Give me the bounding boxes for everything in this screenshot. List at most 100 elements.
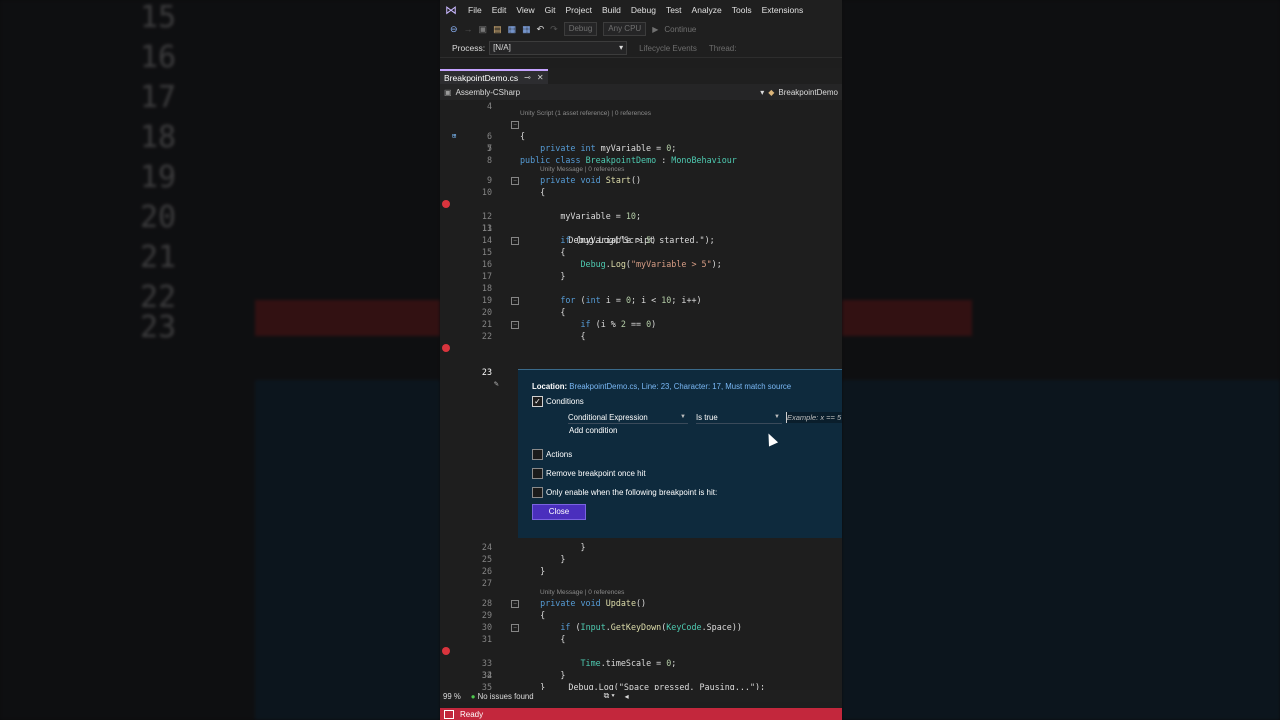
status-icon bbox=[444, 709, 454, 719]
chevron-down-icon: ▼ bbox=[680, 414, 686, 420]
pin-icon[interactable]: ⊸ bbox=[524, 73, 531, 82]
code-line: 12 myVariable = 10; bbox=[481, 211, 642, 221]
status-text: Ready bbox=[460, 709, 484, 719]
condition-type-select[interactable]: Conditional Expression ▼ bbox=[568, 412, 688, 424]
code-line: 26 } bbox=[481, 566, 546, 576]
configuration-select[interactable]: Debug bbox=[563, 22, 598, 36]
code-editor[interactable]: 4 Unity Script (1 asset reference) | 0 r… bbox=[440, 100, 842, 692]
breakpoint-settings-panel: Location: BreakpointDemo.cs, Line: 23, C… bbox=[518, 369, 842, 538]
menu-git[interactable]: Git bbox=[545, 5, 556, 15]
code-line: 30− if (Input.GetKeyDown(KeyCode.Space)) bbox=[481, 622, 742, 632]
forward-icon[interactable]: → bbox=[464, 24, 473, 34]
csharp-project-icon: ▣ bbox=[444, 87, 452, 97]
code-line-breakpoint: 23 ✎ Debug.Log("Even: " + i); bbox=[440, 342, 842, 402]
breakpoint-icon[interactable] bbox=[442, 344, 450, 352]
process-select[interactable]: [N/A] ▾ bbox=[489, 41, 628, 55]
platform-select[interactable]: Any CPU bbox=[603, 22, 647, 36]
thread-label: Thread: bbox=[708, 43, 737, 53]
location-link[interactable]: BreakpointDemo.cs, Line: 23, Character: … bbox=[569, 382, 791, 391]
code-line: 34 } bbox=[481, 670, 566, 680]
project-dropdown[interactable]: ▣ Assembly-CSharp bbox=[444, 88, 520, 97]
blurred-background-right bbox=[842, 0, 1280, 720]
visual-studio-logo-icon: ⋈ bbox=[445, 2, 457, 17]
status-bar: Ready bbox=[440, 708, 842, 720]
code-line: ⊞ 5− public class BreakpointDemo : MonoB… bbox=[452, 121, 737, 165]
tab-breakpointdemo[interactable]: BreakpointDemo.cs ⊸ ✕ bbox=[440, 69, 548, 84]
code-line-breakpoint: 11 Debug.Log("Script started."); bbox=[440, 198, 842, 245]
save-all-icon[interactable]: ▦ bbox=[522, 24, 531, 35]
class-dropdown[interactable]: ▾ ◆ BreakpointDemo bbox=[760, 88, 838, 97]
open-icon[interactable]: ▤ bbox=[493, 24, 502, 35]
menu-debug[interactable]: Debug bbox=[631, 5, 656, 15]
actions-label: Actions bbox=[546, 450, 573, 459]
code-line: 15 { bbox=[481, 247, 566, 257]
actions-checkbox[interactable] bbox=[532, 449, 543, 460]
document-tabs: BreakpointDemo.cs ⊸ ✕ bbox=[440, 68, 842, 84]
continue-button[interactable]: Continue bbox=[664, 25, 696, 34]
back-icon[interactable]: ⊖ bbox=[450, 24, 458, 35]
play-icon[interactable]: ▶ bbox=[652, 25, 658, 34]
menu-test[interactable]: Test bbox=[666, 5, 682, 15]
project-name: Assembly-CSharp bbox=[455, 87, 521, 97]
code-line: 17 } bbox=[481, 271, 566, 281]
menu-edit[interactable]: Edit bbox=[492, 5, 507, 15]
condition-operator-value: Is true bbox=[696, 413, 718, 422]
code-line: 8 bbox=[486, 155, 492, 165]
remove-once-hit-label: Remove breakpoint once hit bbox=[546, 469, 646, 478]
conditions-label: Conditions bbox=[546, 397, 584, 406]
code-line: 22 { bbox=[481, 331, 586, 341]
menu-tools[interactable]: Tools bbox=[732, 5, 752, 15]
lifecycle-events-button[interactable]: Lifecycle Events bbox=[639, 44, 697, 53]
remove-once-hit-checkbox[interactable] bbox=[532, 468, 543, 479]
menu-view[interactable]: View bbox=[516, 5, 534, 15]
chevron-down-icon: ▾ bbox=[619, 43, 624, 52]
chevron-down-icon: ▼ bbox=[774, 414, 780, 420]
menu-file[interactable]: File bbox=[468, 5, 482, 15]
class-icon: ◆ bbox=[768, 87, 775, 97]
code-line: 6{ bbox=[486, 131, 526, 141]
code-line: 28− private void Update() bbox=[481, 598, 647, 608]
chevron-down-icon: ▾ bbox=[760, 87, 765, 97]
brush-icon[interactable]: ⧉ ▾ bbox=[604, 691, 615, 701]
issues-indicator[interactable]: ● No issues found bbox=[471, 692, 534, 701]
tab-label: BreakpointDemo.cs bbox=[444, 72, 519, 83]
process-label: Process: bbox=[452, 43, 486, 53]
code-line: 18 bbox=[481, 283, 492, 293]
new-item-icon[interactable]: ▣ bbox=[479, 24, 488, 35]
check-circle-icon: ● bbox=[470, 691, 476, 701]
menu-build[interactable]: Build bbox=[602, 5, 621, 15]
condition-operator-select[interactable]: Is true ▼ bbox=[696, 412, 782, 424]
zoom-level[interactable]: 99 % bbox=[443, 692, 461, 701]
breakpoint-icon[interactable] bbox=[442, 647, 450, 655]
add-condition-link[interactable]: Add condition bbox=[569, 426, 617, 435]
close-button[interactable]: Close bbox=[532, 504, 586, 520]
code-line: 27 bbox=[481, 578, 492, 588]
class-name: BreakpointDemo bbox=[778, 87, 838, 97]
only-enable-checkbox[interactable] bbox=[532, 487, 543, 498]
condition-expression-input[interactable]: Example: x == 5 bbox=[786, 412, 842, 423]
code-line: 25 } bbox=[481, 554, 566, 564]
code-line: 29 { bbox=[481, 610, 546, 620]
code-line: 13 bbox=[481, 223, 492, 233]
redo-icon[interactable]: ↷ bbox=[550, 24, 558, 35]
close-icon[interactable]: ✕ bbox=[537, 73, 544, 82]
visual-studio-window: ⋈ File Edit View Git Project Build Debug… bbox=[440, 0, 842, 720]
breakpoint-settings-icon[interactable]: ✎ bbox=[494, 378, 499, 390]
code-line: 33 Time.timeScale = 0; bbox=[481, 658, 677, 668]
code-line-breakpoint: 32 Debug.Log("Space pressed. Pausing..."… bbox=[440, 645, 842, 692]
blurred-background-left: 15 16 17 18 19 20 21 22 23 bbox=[0, 0, 440, 720]
conditions-checkbox[interactable]: ✓ bbox=[532, 396, 543, 407]
undo-icon[interactable]: ↶ bbox=[537, 24, 545, 35]
process-bar: Process: [N/A] ▾ Lifecycle Events Thread… bbox=[440, 39, 842, 58]
code-line: 31 { bbox=[481, 634, 566, 644]
menu-analyze[interactable]: Analyze bbox=[692, 5, 722, 15]
code-line: 10 { bbox=[481, 187, 546, 197]
editor-status-line: 99 % ● No issues found ⧉ ▾ ◂ bbox=[440, 690, 842, 702]
menu-project[interactable]: Project bbox=[566, 5, 592, 15]
process-value: [N/A] bbox=[493, 43, 511, 52]
condition-type-value: Conditional Expression bbox=[568, 413, 648, 422]
scroll-left-icon[interactable]: ◂ bbox=[625, 692, 629, 701]
menu-extensions[interactable]: Extensions bbox=[762, 5, 804, 15]
breakpoint-icon[interactable] bbox=[442, 200, 450, 208]
save-icon[interactable]: ▦ bbox=[508, 24, 517, 35]
